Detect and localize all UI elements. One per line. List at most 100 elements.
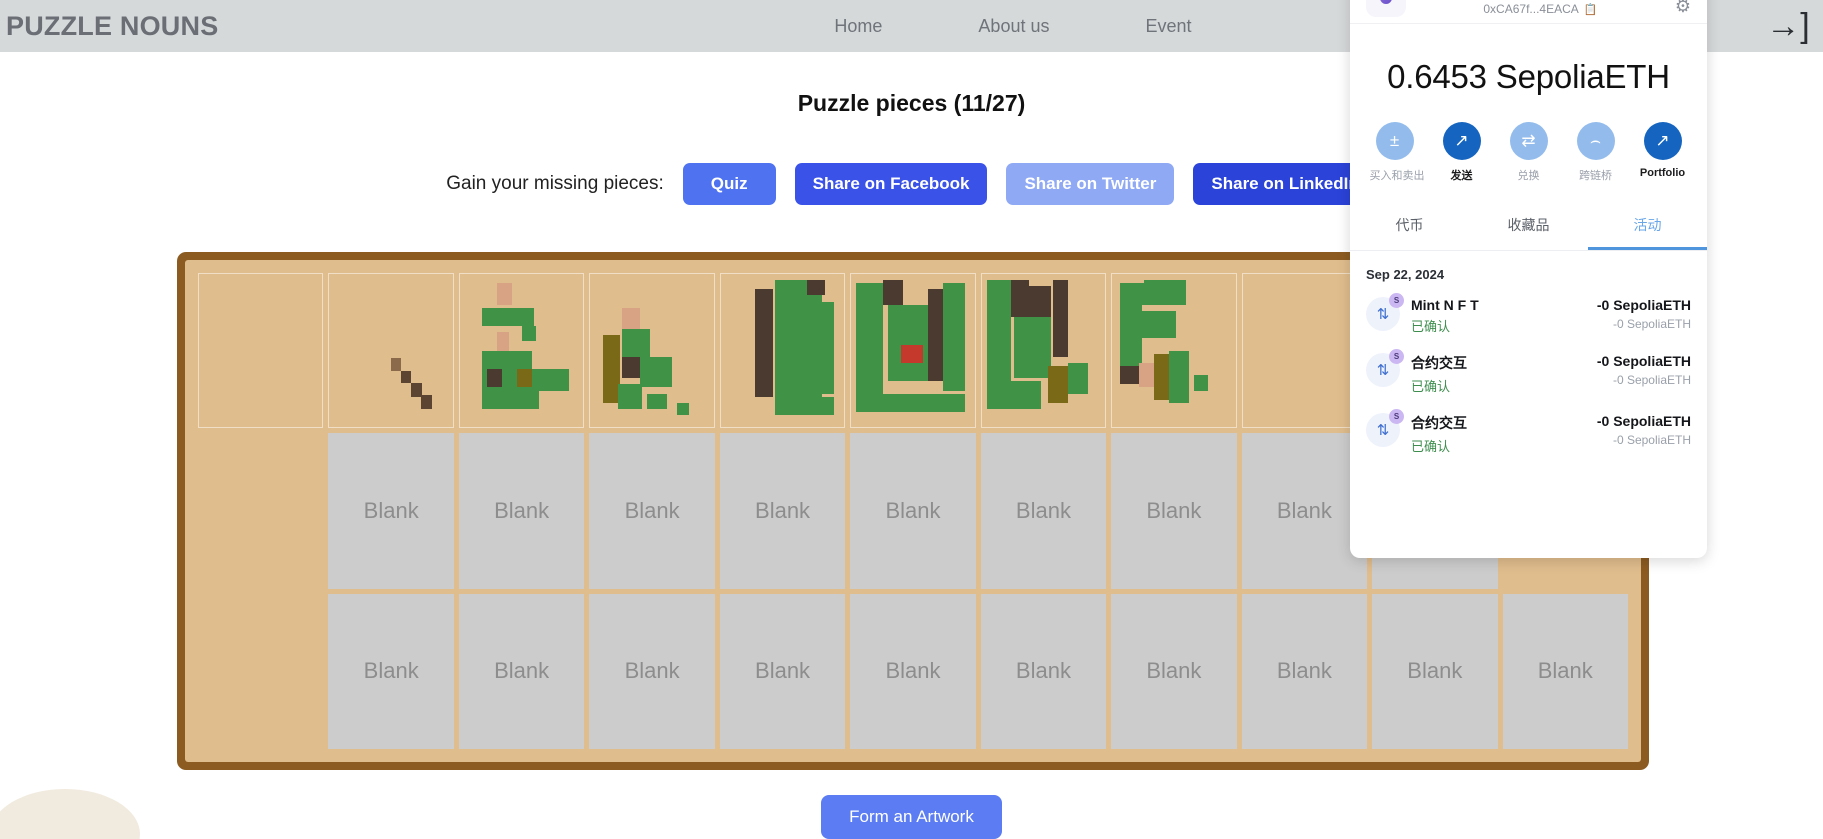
transaction-amounts: -0 SepoliaETH -0 SepoliaETH bbox=[1597, 297, 1691, 331]
transaction-amount: -0 SepoliaETH bbox=[1596, 413, 1691, 429]
puzzle-piece-filled[interactable] bbox=[328, 273, 454, 429]
piece-pixel bbox=[622, 356, 640, 379]
piece-pixel bbox=[487, 369, 502, 388]
piece-pixel bbox=[401, 370, 411, 383]
transaction-title: 合约交互 bbox=[1411, 415, 1467, 431]
puzzle-piece-filled[interactable] bbox=[850, 273, 976, 429]
transaction-type-icon: ⇅ S bbox=[1366, 409, 1404, 447]
wallet-action-1[interactable]: ± 买入和卖出 bbox=[1370, 122, 1425, 183]
share-facebook-button[interactable]: Share on Facebook bbox=[794, 163, 988, 205]
network-badge: S bbox=[1389, 409, 1404, 424]
puzzle-cell-blank[interactable]: Blank bbox=[850, 593, 976, 749]
puzzle-cell-empty[interactable] bbox=[198, 433, 324, 589]
puzzle-cell-blank[interactable]: Blank bbox=[980, 593, 1107, 749]
puzzle-cell-blank[interactable]: Blank bbox=[589, 593, 715, 749]
piece-pixel bbox=[1048, 365, 1069, 403]
piece-pixel bbox=[1193, 375, 1209, 391]
piece-pixel bbox=[521, 326, 537, 342]
wallet-action-label: Portfolio bbox=[1639, 167, 1686, 179]
account-avatar[interactable] bbox=[1366, 0, 1406, 17]
puzzle-cell-blank[interactable]: Blank bbox=[458, 433, 585, 589]
puzzle-cell-blank[interactable]: Blank bbox=[1111, 433, 1237, 589]
wallet-tab-3[interactable]: 活动 bbox=[1588, 201, 1707, 250]
puzzle-cell-blank[interactable]: Blank bbox=[589, 433, 715, 589]
piece-pixel bbox=[1144, 280, 1187, 305]
piece-pixel bbox=[1053, 280, 1069, 357]
puzzle-cell-blank[interactable]: Blank bbox=[1111, 593, 1237, 749]
nav-right-area: →] bbox=[1753, 0, 1823, 52]
wallet-action-2[interactable]: ↗ 发送 bbox=[1437, 122, 1487, 183]
transaction-status: 已确认 bbox=[1411, 379, 1451, 394]
transaction-row[interactable]: ⇅ S 合约交互已确认 -0 SepoliaETH -0 SepoliaETH bbox=[1350, 344, 1707, 404]
puzzle-piece-filled[interactable] bbox=[589, 273, 715, 429]
nav-link-about-us[interactable]: About us bbox=[978, 16, 1049, 37]
transaction-list: ⇅ S Mint N F T 已确认 -0 SepoliaETH -0 SepoliaET… bbox=[1350, 288, 1707, 464]
nav-link-home[interactable]: Home bbox=[834, 16, 882, 37]
form-artwork-button[interactable]: Form an Artwork bbox=[821, 795, 1002, 839]
site-logo[interactable]: PUZZLE NOUNS bbox=[6, 11, 218, 42]
wallet-tab-1[interactable]: 代币 bbox=[1350, 201, 1469, 250]
piece-pixel bbox=[942, 283, 965, 391]
wallet-address-text: 0xCA67f...4EACA bbox=[1483, 2, 1579, 16]
wallet-address[interactable]: 0xCA67f...4EACA 📋 bbox=[1483, 2, 1597, 16]
puzzle-piece-filled[interactable] bbox=[458, 273, 585, 429]
puzzle-cell-blank[interactable]: Blank bbox=[1502, 593, 1628, 749]
avatar-dot-icon bbox=[1380, 0, 1392, 4]
wallet-tabs: 代币 收藏品 活动 bbox=[1350, 201, 1707, 251]
transaction-title: 合约交互 bbox=[1411, 355, 1467, 371]
puzzle-cell-empty[interactable] bbox=[198, 593, 324, 749]
puzzle-cell-blank[interactable]: Blank bbox=[328, 593, 454, 749]
piece-pixel bbox=[775, 396, 835, 416]
puzzle-piece-filled[interactable] bbox=[1111, 273, 1237, 429]
transaction-info: 合约交互 已确认 bbox=[1411, 413, 1597, 455]
settings-menu-icon[interactable]: ⚙ bbox=[1675, 0, 1691, 17]
transaction-type-icon: ⇅ S bbox=[1366, 349, 1404, 387]
transaction-row[interactable]: ⇅ S Mint N F T 已确认 -0 SepoliaETH -0 SepoliaET… bbox=[1350, 288, 1707, 344]
login-icon[interactable]: →] bbox=[1753, 0, 1823, 52]
transaction-row[interactable]: ⇅ S 合约交互 已确认 -0 SepoliaETH -0 SepoliaETH bbox=[1350, 404, 1707, 464]
piece-pixel bbox=[1168, 350, 1189, 403]
transaction-amount: -0 SepoliaETH bbox=[1596, 297, 1691, 313]
puzzle-cell-blank[interactable]: Blank bbox=[719, 433, 846, 589]
piece-pixel bbox=[986, 381, 1041, 409]
gain-pieces-label: Gain your missing pieces: bbox=[446, 173, 664, 194]
wallet-tab-2[interactable]: 收藏品 bbox=[1469, 201, 1588, 250]
share-twitter-button[interactable]: Share on Twitter bbox=[1006, 163, 1175, 205]
puzzle-cell-blank[interactable]: Blank bbox=[980, 433, 1107, 589]
puzzle-cell-blank[interactable]: Blank bbox=[328, 433, 454, 589]
piece-pixel bbox=[1013, 316, 1051, 379]
puzzle-cell-blank[interactable]: Blank bbox=[1241, 433, 1368, 589]
piece-pixel bbox=[1119, 365, 1140, 385]
quiz-button[interactable]: Quiz bbox=[682, 163, 776, 205]
portfolio-chart-icon: ↗ bbox=[1643, 122, 1682, 160]
puzzle-cell-blank[interactable]: Blank bbox=[1241, 593, 1368, 749]
piece-pixel bbox=[927, 289, 943, 382]
piece-pixel bbox=[1154, 353, 1169, 400]
piece-pixel bbox=[775, 280, 823, 397]
wallet-action-5[interactable]: ↗ Portfolio bbox=[1638, 122, 1688, 183]
transaction-subamount: -0 SepoliaETH bbox=[1612, 373, 1691, 387]
wallet-popup: 0xCA67f...4EACA 📋 ⚙ 0.6453 SepoliaETH ± 买… bbox=[1350, 0, 1707, 558]
piece-pixel bbox=[1068, 362, 1088, 394]
wallet-balance: 0.6453 SepoliaETH bbox=[1387, 58, 1670, 95]
wallet-action-4[interactable]: ⌢ 跨链桥 bbox=[1571, 122, 1621, 183]
transaction-subamount: -0 SepoliaETH bbox=[1612, 317, 1691, 331]
puzzle-cell-blank[interactable]: Blank bbox=[458, 593, 585, 749]
puzzle-cell-blank[interactable]: Blank bbox=[1372, 593, 1498, 749]
piece-pixel bbox=[391, 358, 402, 371]
puzzle-piece-filled[interactable] bbox=[1241, 273, 1368, 429]
nav-link-event[interactable]: Event bbox=[1145, 16, 1191, 37]
puzzle-cell-blank[interactable]: Blank bbox=[850, 433, 976, 589]
puzzle-piece-filled[interactable] bbox=[719, 273, 846, 429]
puzzle-piece-filled[interactable] bbox=[980, 273, 1107, 429]
piece-pixel bbox=[856, 283, 884, 406]
copy-icon[interactable]: 📋 bbox=[1584, 3, 1598, 16]
bridge-icon: ⌢ bbox=[1576, 122, 1615, 160]
transaction-amounts: -0 SepoliaETH -0 SepoliaETH bbox=[1597, 353, 1691, 387]
network-badge: S bbox=[1389, 349, 1404, 364]
piece-pixel bbox=[900, 344, 923, 363]
piece-pixel bbox=[883, 280, 904, 305]
puzzle-piece-filled[interactable] bbox=[198, 273, 324, 429]
wallet-action-3[interactable]: ⇄ 兑换 bbox=[1504, 122, 1554, 183]
puzzle-cell-blank[interactable]: Blank bbox=[719, 593, 846, 749]
